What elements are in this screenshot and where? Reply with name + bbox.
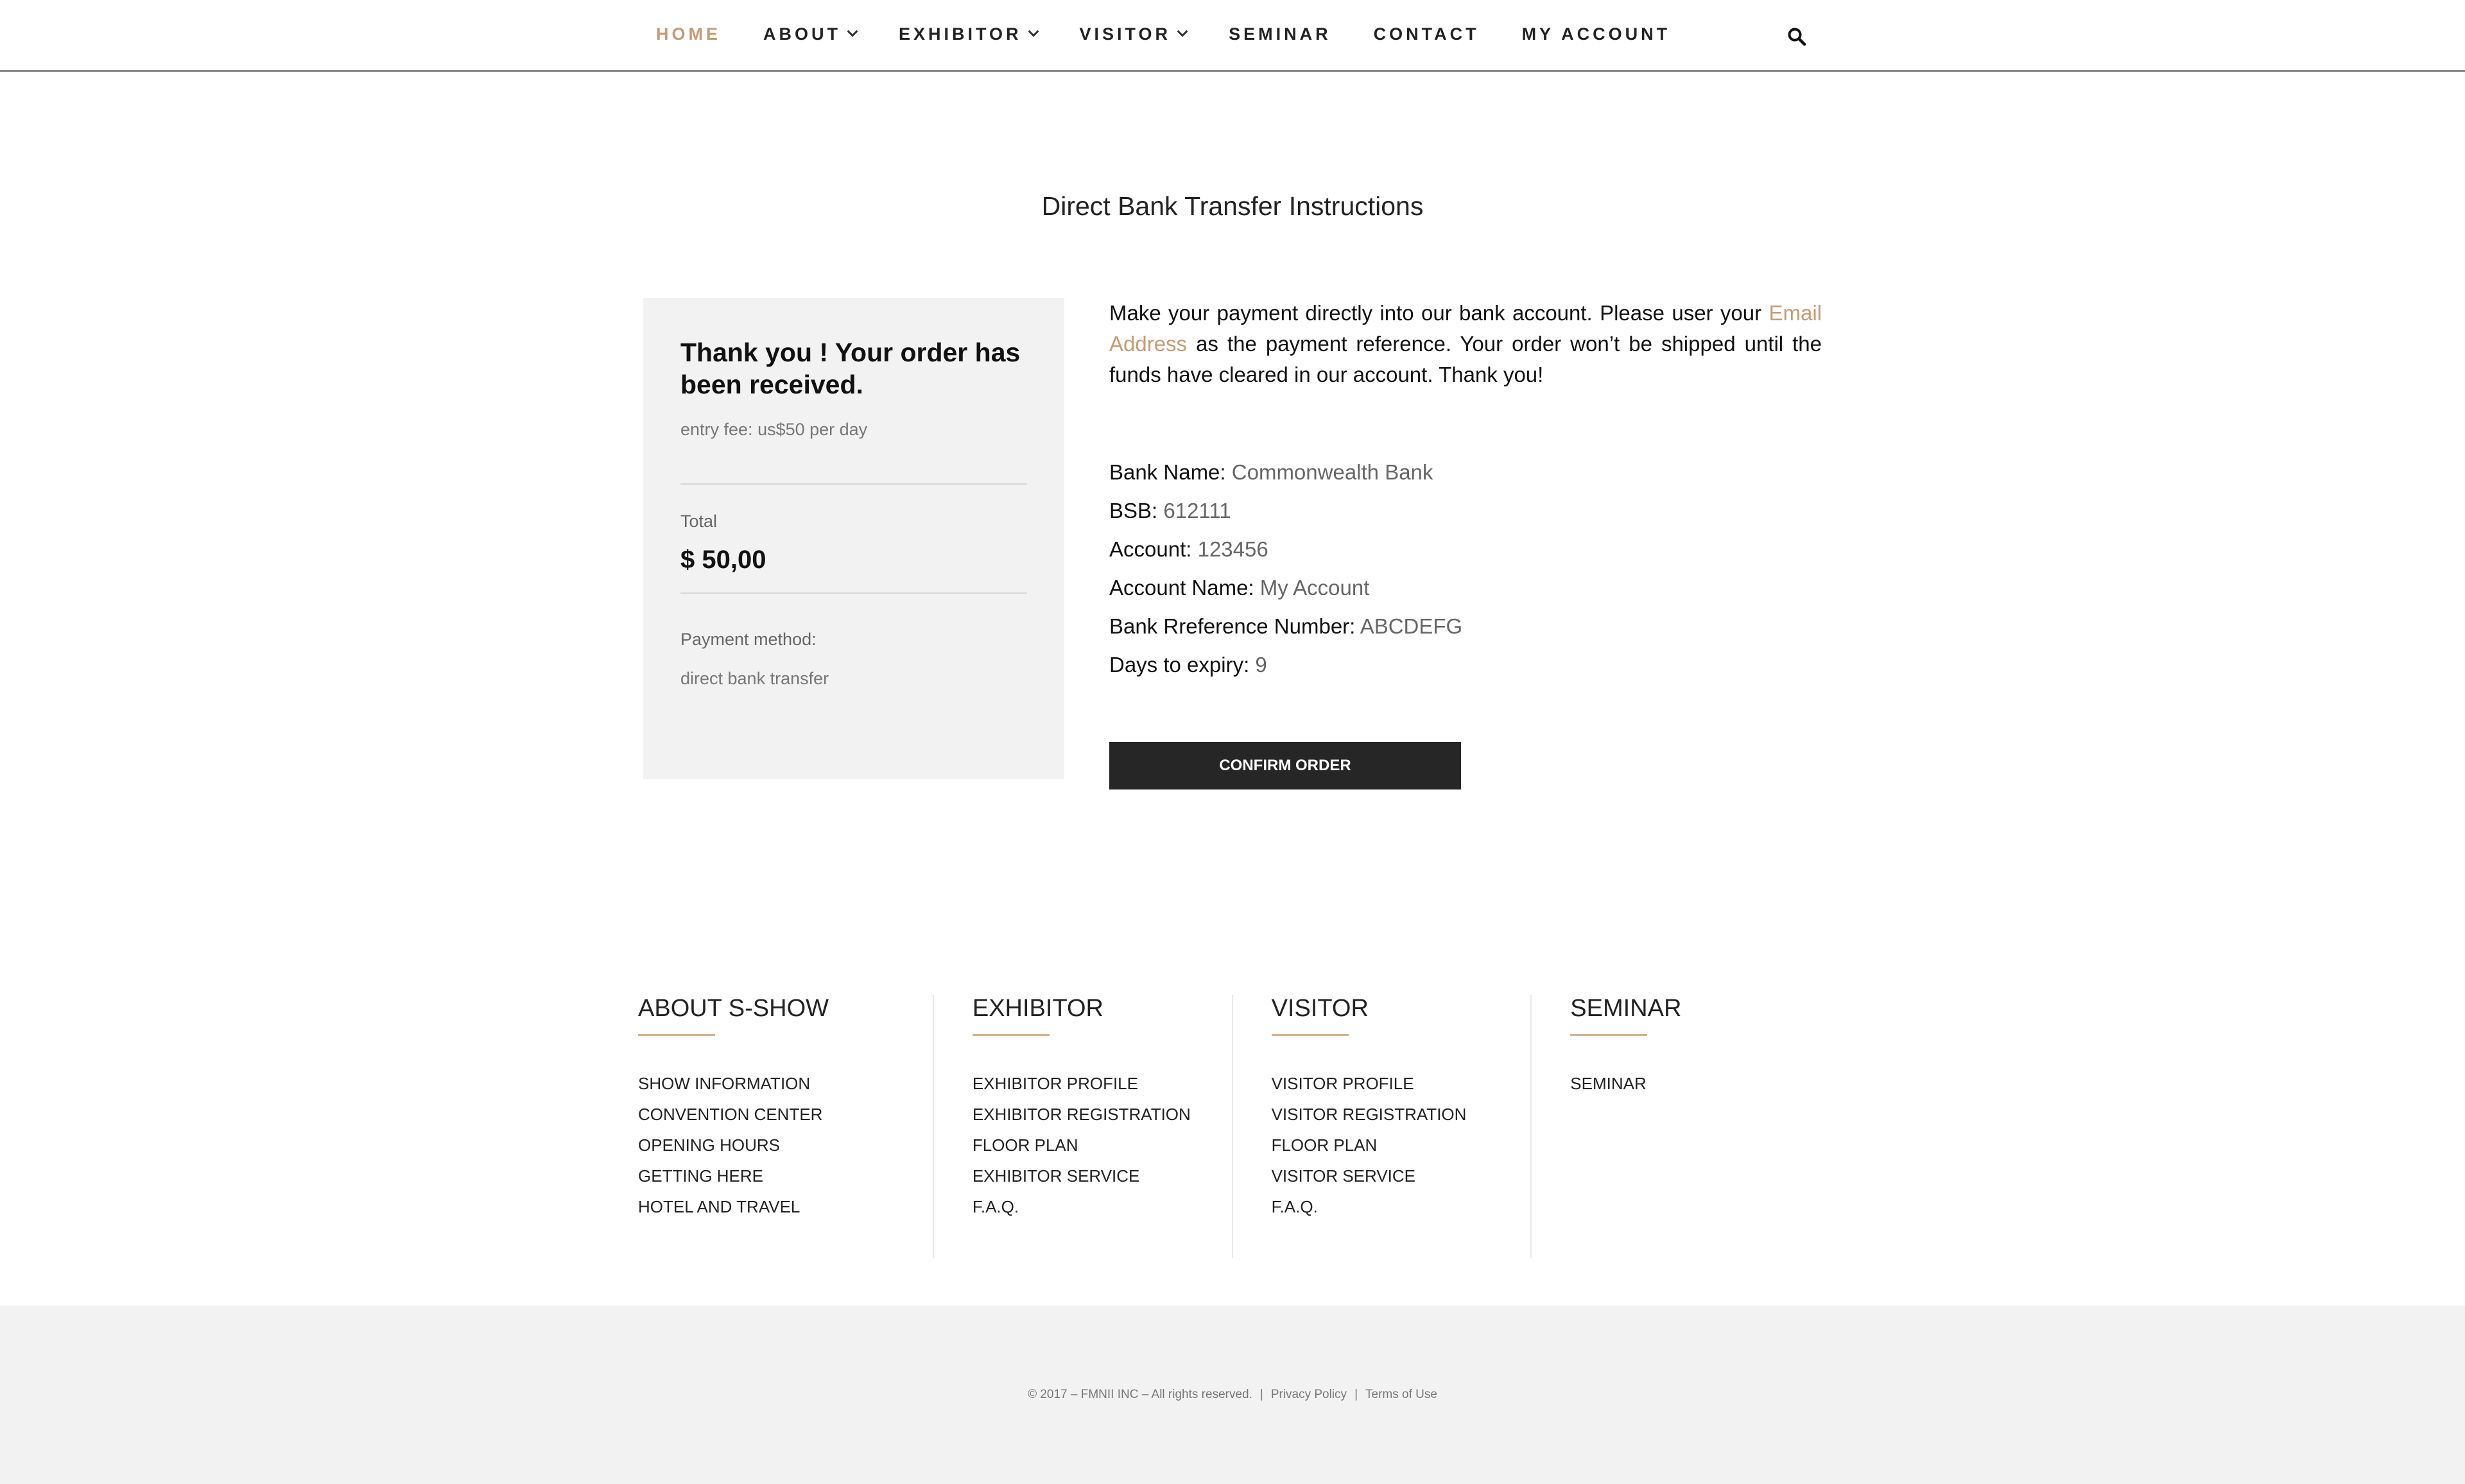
heading-underline [1570, 1034, 1648, 1036]
nav-item-label: ABOUT [763, 24, 841, 44]
footer-link[interactable]: EXHIBITOR SERVICE [973, 1160, 1232, 1191]
nav-item-label: CONTACT [1373, 24, 1480, 44]
account-value: 123456 [1197, 537, 1268, 561]
divider [680, 592, 1027, 594]
terms-of-use-link[interactable]: Terms of Use [1365, 1388, 1437, 1401]
footer-link[interactable]: FLOOR PLAN [973, 1130, 1232, 1160]
bsb-row: BSB: 612111 [1109, 492, 1462, 530]
account-row: Account: 123456 [1109, 530, 1462, 569]
nav-item-label: MY ACCOUNT [1521, 24, 1671, 44]
separator: | [1259, 1388, 1263, 1401]
payment-method-value: direct bank transfer [680, 669, 829, 688]
order-summary-card: Thank you ! Your order has been received… [643, 298, 1064, 779]
footer-column-seminar: SEMINAR SEMINAR [1530, 995, 1829, 1258]
bank-details: Bank Name: Commonwealth Bank BSB: 612111… [1109, 453, 1462, 684]
heading-underline [1271, 1034, 1349, 1036]
expiry-row: Days to expiry: 9 [1109, 646, 1462, 684]
reference-row: Bank Rreference Number: ABCDEFG [1109, 607, 1462, 646]
nav-item-my-account[interactable]: MY ACCOUNT [1522, 24, 1671, 44]
heading-underline [638, 1034, 715, 1036]
account-name-value: My Account [1259, 576, 1370, 600]
account-name-label: Account Name: [1109, 576, 1254, 600]
nav-item-exhibitor[interactable]: EXHIBITOR [899, 24, 1039, 44]
footer-links: ABOUT S-SHOW SHOW INFORMATION CONVENTION… [638, 995, 1829, 1258]
footer-heading: SEMINAR [1570, 995, 1682, 1022]
bank-name-label: Bank Name: [1109, 460, 1226, 484]
reference-label: Bank Rreference Number: [1109, 614, 1356, 638]
page-title: Direct Bank Transfer Instructions [1041, 191, 1424, 221]
footer-heading: ABOUT S-SHOW [638, 995, 829, 1022]
reference-value: ABCDEFG [1360, 614, 1463, 638]
footer-link[interactable]: CONVENTION CENTER [638, 1099, 933, 1130]
chevron-down-icon [1028, 26, 1039, 37]
nav-item-label: VISITOR [1079, 24, 1172, 44]
heading-underline [972, 1034, 1050, 1036]
copyright-text: © 2017 – FMNII INC – All rights reserved… [1028, 1388, 1252, 1401]
footer-link[interactable]: VISITOR REGISTRATION [1272, 1099, 1531, 1130]
separator: | [1354, 1388, 1358, 1401]
total-label: Total [680, 512, 718, 531]
footer-link[interactable]: OPENING HOURS [638, 1130, 933, 1160]
footer-link[interactable]: FLOOR PLAN [1272, 1130, 1531, 1160]
instructions-text: Make your payment directly into our bank… [1109, 301, 1769, 325]
nav-item-label: SEMINAR [1229, 24, 1331, 44]
nav-item-home[interactable]: HOME [656, 24, 721, 44]
privacy-policy-link[interactable]: Privacy Policy [1271, 1388, 1347, 1401]
chevron-down-icon [1177, 26, 1188, 37]
nav-item-label: HOME [656, 24, 721, 44]
order-received-heading: Thank you ! Your order has been received… [680, 338, 1021, 399]
payment-instructions: Make your payment directly into our bank… [1109, 298, 1822, 390]
nav-item-label: EXHIBITOR [899, 24, 1022, 44]
entry-fee-text: entry fee: us$50 per day [680, 420, 868, 439]
chevron-down-icon [847, 26, 858, 37]
expiry-value: 9 [1255, 653, 1267, 677]
confirm-order-button[interactable]: CONFIRM ORDER [1109, 742, 1461, 789]
footer-link[interactable]: HOTEL AND TRAVEL [638, 1191, 933, 1222]
top-navigation: HOME ABOUT EXHIBITOR VISITOR SEMINAR CON… [0, 0, 2465, 72]
divider [680, 483, 1027, 485]
nav-item-about[interactable]: ABOUT [763, 24, 858, 44]
footer-heading: EXHIBITOR [972, 995, 1103, 1022]
footer-link[interactable]: EXHIBITOR REGISTRATION [973, 1099, 1232, 1130]
account-label: Account: [1109, 537, 1192, 561]
bsb-label: BSB: [1109, 499, 1158, 522]
nav-menu: HOME ABOUT EXHIBITOR VISITOR SEMINAR CON… [656, 24, 1713, 44]
footer-column-exhibitor: EXHIBITOR EXHIBITOR PROFILE EXHIBITOR RE… [932, 995, 1232, 1258]
footer-link[interactable]: VISITOR PROFILE [1272, 1068, 1531, 1099]
search-icon[interactable] [1787, 27, 1806, 46]
nav-item-contact[interactable]: CONTACT [1374, 24, 1480, 44]
nav-item-seminar[interactable]: SEMINAR [1229, 24, 1331, 44]
nav-item-visitor[interactable]: VISITOR [1079, 24, 1188, 44]
bsb-value: 612111 [1163, 499, 1231, 522]
footer-link[interactable]: EXHIBITOR PROFILE [973, 1068, 1232, 1099]
payment-method-label: Payment method: [680, 630, 817, 649]
footer-link[interactable]: SEMINAR [1570, 1068, 1829, 1099]
footer-link[interactable]: F.A.Q. [1272, 1191, 1531, 1222]
expiry-label: Days to expiry: [1109, 653, 1250, 677]
account-name-row: Account Name: My Account [1109, 569, 1462, 607]
footer-column-about: ABOUT S-SHOW SHOW INFORMATION CONVENTION… [638, 995, 933, 1258]
footer-link[interactable]: VISITOR SERVICE [1272, 1160, 1531, 1191]
total-value: $ 50,00 [680, 546, 766, 574]
bank-name-row: Bank Name: Commonwealth Bank [1109, 453, 1462, 492]
instructions-text: as the payment reference. Your order won… [1109, 332, 1822, 386]
bank-name-value: Commonwealth Bank [1231, 460, 1433, 484]
footer-link[interactable]: F.A.Q. [973, 1191, 1232, 1222]
footer-heading: VISITOR [1271, 995, 1369, 1022]
bottom-bar: © 2017 – FMNII INC – All rights reserved… [0, 1306, 2465, 1484]
footer-column-visitor: VISITOR VISITOR PROFILE VISITOR REGISTRA… [1231, 995, 1531, 1258]
footer-link[interactable]: SHOW INFORMATION [638, 1068, 933, 1099]
footer-link[interactable]: GETTING HERE [638, 1160, 933, 1191]
copyright-line: © 2017 – FMNII INC – All rights reserved… [0, 1388, 2465, 1402]
